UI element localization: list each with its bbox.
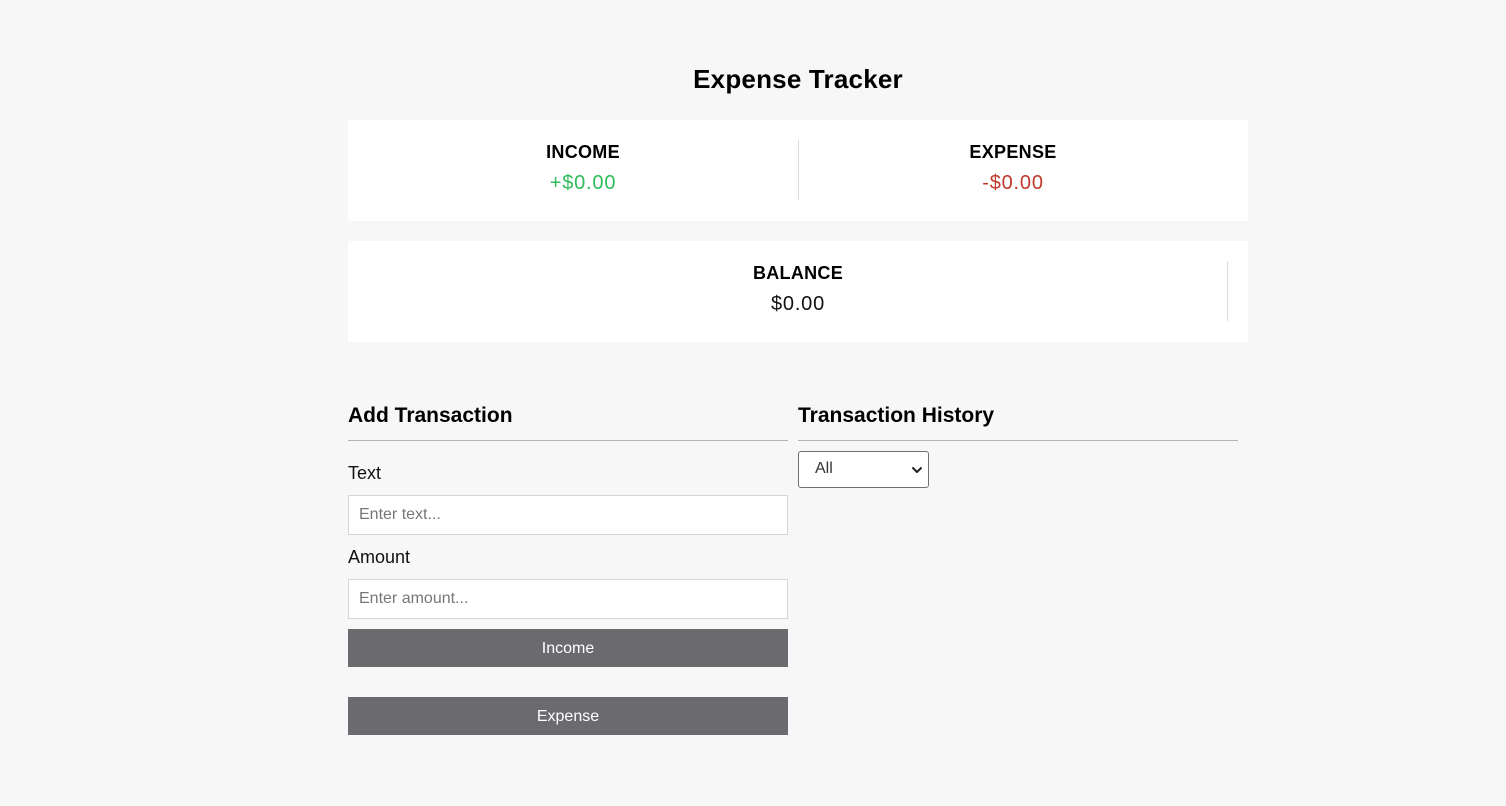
add-transaction-rule: [348, 440, 788, 441]
page-title: Expense Tracker: [693, 64, 903, 94]
income-value: +$0.00: [549, 172, 617, 194]
transaction-history-rule: [798, 440, 1238, 441]
balance-divider: [1227, 261, 1228, 321]
balance-card: BALANCE $0.00: [348, 241, 1248, 342]
balance-label: BALANCE: [752, 263, 844, 283]
add-transaction-title: Add Transaction: [348, 404, 513, 427]
expense-tracker-page: Expense Tracker INCOME +$0.00 EXPENSE -$…: [0, 0, 1506, 806]
transaction-history-title: Transaction History: [798, 404, 995, 427]
text-input[interactable]: [348, 495, 788, 535]
income-summary: INCOME +$0.00: [348, 120, 818, 221]
text-field-label: Text: [348, 463, 382, 483]
income-button[interactable]: Income: [348, 629, 788, 667]
expense-label: EXPENSE: [969, 142, 1057, 162]
balance-value: $0.00: [770, 293, 826, 315]
balance-summary: BALANCE $0.00: [348, 241, 1248, 342]
expense-summary: EXPENSE -$0.00: [798, 120, 1228, 221]
income-label: INCOME: [546, 142, 620, 162]
chevron-down-icon: [912, 467, 922, 473]
income-expense-card: INCOME +$0.00 EXPENSE -$0.00: [348, 120, 1248, 221]
amount-field-label: Amount: [348, 547, 411, 567]
expense-value: -$0.00: [982, 172, 1044, 194]
history-filter-value: All: [815, 460, 833, 477]
history-filter-select[interactable]: All: [798, 451, 929, 488]
amount-input[interactable]: [348, 579, 788, 619]
expense-button[interactable]: Expense: [348, 697, 788, 735]
